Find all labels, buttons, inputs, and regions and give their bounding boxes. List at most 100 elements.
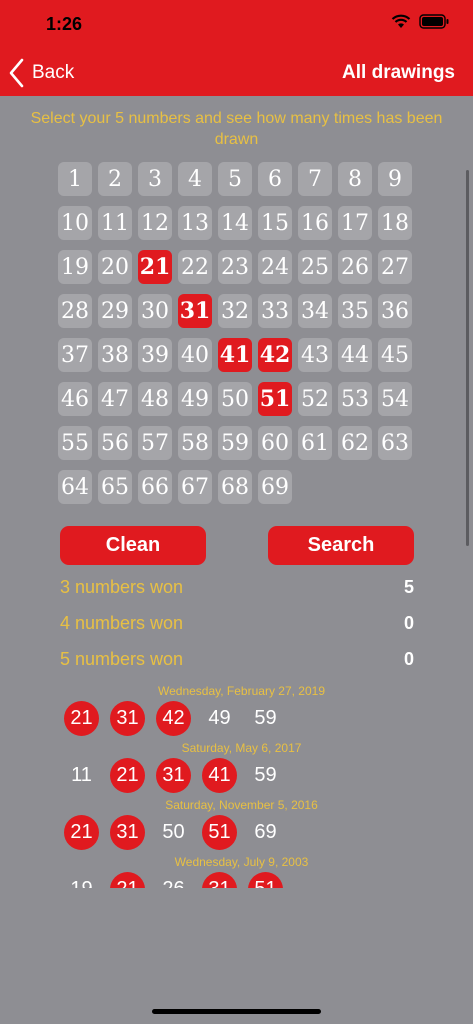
drawn-number-ball: 19: [64, 872, 99, 888]
number-cell[interactable]: 12: [138, 206, 172, 240]
number-cell[interactable]: 33: [258, 294, 292, 328]
number-cell[interactable]: 40: [178, 338, 212, 372]
number-cell[interactable]: 39: [138, 338, 172, 372]
number-cell[interactable]: 13: [178, 206, 212, 240]
drawing-item[interactable]: Saturday, November 5, 2016 21 31 50 51 69: [0, 794, 473, 851]
drawn-number-ball: 41: [202, 758, 237, 793]
number-cell[interactable]: 25: [298, 250, 332, 284]
back-label: Back: [32, 62, 75, 83]
result-row: 4 numbers won 0: [60, 609, 414, 637]
number-cell[interactable]: 68: [218, 470, 252, 504]
number-cell[interactable]: 41: [218, 338, 252, 372]
number-cell[interactable]: 4: [178, 162, 212, 196]
result-count: 0: [403, 612, 414, 633]
number-cell[interactable]: 61: [298, 426, 332, 460]
number-cell[interactable]: 49: [178, 382, 212, 416]
drawn-number-ball: 59: [254, 707, 277, 729]
number-cell[interactable]: 46: [58, 382, 92, 416]
number-cell[interactable]: 58: [178, 426, 212, 460]
drawing-numbers: 21 31 50 51 69: [64, 815, 283, 850]
number-cell[interactable]: 52: [298, 382, 332, 416]
drawn-number-ball: 50: [162, 821, 185, 843]
number-cell[interactable]: 10: [58, 206, 92, 240]
number-cell[interactable]: 11: [98, 206, 132, 240]
number-cell[interactable]: 55: [58, 426, 92, 460]
number-cell[interactable]: 6: [258, 162, 292, 196]
number-cell[interactable]: 31: [178, 294, 212, 328]
drawn-number-ball: 31: [110, 701, 145, 736]
number-cell[interactable]: 26: [338, 250, 372, 284]
number-cell[interactable]: 59: [218, 426, 252, 460]
number-cell[interactable]: 54: [378, 382, 412, 416]
number-cell[interactable]: 9: [378, 162, 412, 196]
number-cell[interactable]: 42: [258, 338, 292, 372]
drawing-item[interactable]: Wednesday, July 9, 2003 19 21 26 31 51: [0, 851, 473, 888]
number-cell[interactable]: 48: [138, 382, 172, 416]
number-cell[interactable]: 8: [338, 162, 372, 196]
drawing-item[interactable]: Wednesday, February 27, 2019 21 31 42 49 59: [0, 680, 473, 737]
drawings-list[interactable]: Wednesday, February 27, 2019 21 31 42 49 59 Sa…: [0, 680, 473, 888]
drawing-numbers: 11 21 31 41 59: [64, 758, 283, 793]
drawing-item[interactable]: Saturday, May 6, 2017 11 21 31 41 59: [0, 737, 473, 794]
number-cell[interactable]: 57: [138, 426, 172, 460]
number-cell[interactable]: 7: [298, 162, 332, 196]
number-cell[interactable]: 63: [378, 426, 412, 460]
number-cell[interactable]: 28: [58, 294, 92, 328]
number-cell[interactable]: 66: [138, 470, 172, 504]
number-cell[interactable]: 62: [338, 426, 372, 460]
drawing-date: Wednesday, February 27, 2019: [158, 684, 325, 698]
number-cell[interactable]: 69: [258, 470, 292, 504]
number-cell[interactable]: 45: [378, 338, 412, 372]
clean-button[interactable]: Clean: [60, 526, 206, 565]
number-cell[interactable]: 38: [98, 338, 132, 372]
number-cell[interactable]: 32: [218, 294, 252, 328]
number-cell[interactable]: 22: [178, 250, 212, 284]
number-cell[interactable]: 56: [98, 426, 132, 460]
number-cell[interactable]: 19: [58, 250, 92, 284]
number-cell[interactable]: 3: [138, 162, 172, 196]
battery-icon: [419, 14, 449, 29]
number-cell[interactable]: 67: [178, 470, 212, 504]
home-indicator: [152, 1009, 321, 1014]
number-cell[interactable]: 18: [378, 206, 412, 240]
number-cell[interactable]: 37: [58, 338, 92, 372]
number-cell[interactable]: 36: [378, 294, 412, 328]
number-cell[interactable]: 65: [98, 470, 132, 504]
number-cell[interactable]: 5: [218, 162, 252, 196]
status-bar: 1:26: [0, 0, 473, 50]
number-cell[interactable]: 43: [298, 338, 332, 372]
scrollbar[interactable]: [466, 170, 469, 546]
number-cell[interactable]: 24: [258, 250, 292, 284]
number-cell[interactable]: 17: [338, 206, 372, 240]
number-cell[interactable]: 1: [58, 162, 92, 196]
number-cell[interactable]: 53: [338, 382, 372, 416]
number-grid: 1 2 3 4 5 6 7 8 9 10 11 12 13 14 15 16 17 18 19 20 21 22 23 24 2…: [58, 162, 418, 504]
drawn-number-ball: 31: [156, 758, 191, 793]
drawn-number-ball: 49: [208, 707, 231, 729]
number-cell[interactable]: 60: [258, 426, 292, 460]
number-cell[interactable]: 44: [338, 338, 372, 372]
drawing-date: Saturday, November 5, 2016: [165, 798, 318, 812]
number-cell[interactable]: 23: [218, 250, 252, 284]
number-cell[interactable]: 64: [58, 470, 92, 504]
back-button[interactable]: Back: [8, 56, 74, 90]
number-cell[interactable]: 47: [98, 382, 132, 416]
result-label: 3 numbers won: [60, 576, 184, 597]
number-cell[interactable]: 34: [298, 294, 332, 328]
number-cell[interactable]: 15: [258, 206, 292, 240]
number-cell[interactable]: 16: [298, 206, 332, 240]
drawn-number-ball: 42: [156, 701, 191, 736]
wifi-icon: [391, 14, 411, 28]
number-cell[interactable]: 30: [138, 294, 172, 328]
number-cell[interactable]: 35: [338, 294, 372, 328]
number-cell[interactable]: 50: [218, 382, 252, 416]
number-cell[interactable]: 2: [98, 162, 132, 196]
drawn-number-ball: 21: [110, 872, 145, 888]
number-cell[interactable]: 51: [258, 382, 292, 416]
number-cell[interactable]: 29: [98, 294, 132, 328]
search-button[interactable]: Search: [268, 526, 414, 565]
number-cell[interactable]: 20: [98, 250, 132, 284]
number-cell[interactable]: 27: [378, 250, 412, 284]
number-cell[interactable]: 14: [218, 206, 252, 240]
number-cell[interactable]: 21: [138, 250, 172, 284]
